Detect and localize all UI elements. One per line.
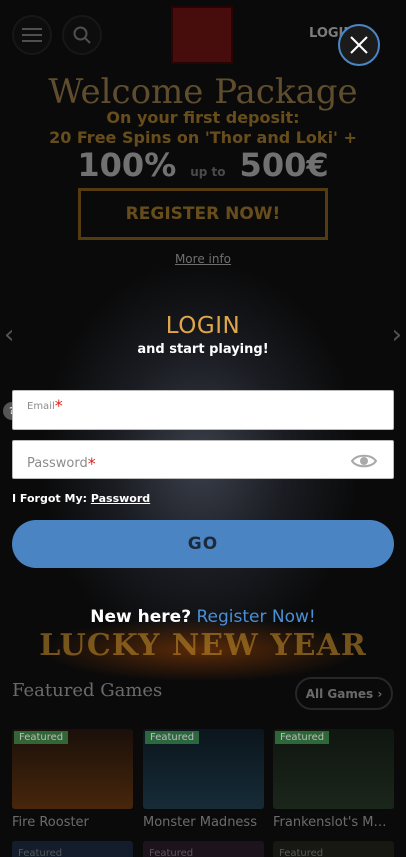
menu-icon (22, 28, 42, 42)
go-button[interactable]: GO (12, 520, 394, 568)
game-name: Frankenslot's Monster (273, 815, 394, 830)
banner-text: LUCKY NEW YEAR (39, 628, 367, 663)
promo-upto: up to (190, 165, 226, 179)
new-here-text: New here? (90, 607, 192, 627)
password-field[interactable]: Password* (12, 440, 394, 479)
all-games-button[interactable]: All Games › (295, 677, 393, 710)
menu-button[interactable] (12, 15, 52, 55)
promo-line-2: 20 Free Spins on 'Thor and Loki' + (49, 128, 357, 147)
password-label: Password* (27, 454, 96, 473)
close-icon (350, 36, 368, 54)
required-mark: * (87, 454, 96, 473)
forgot-row: I Forgot My: Password (12, 492, 150, 505)
search-icon (73, 26, 91, 44)
featured-badge: Featured (149, 848, 194, 857)
new-here-row: New here? Register Now! (0, 607, 406, 627)
promo-title: Welcome Package (48, 72, 358, 112)
close-modal-button[interactable] (338, 24, 380, 66)
show-password-eye-icon[interactable] (351, 453, 377, 469)
featured-badge: Featured (145, 731, 200, 744)
promo-line-1: On your first deposit: (106, 108, 300, 127)
email-label: Email* (27, 396, 63, 415)
featured-badge: Featured (279, 848, 324, 857)
game-name: Fire Rooster (12, 815, 89, 830)
register-now-link[interactable]: Register Now! (196, 607, 315, 627)
login-subtitle: and start playing! (137, 342, 269, 357)
game-card[interactable]: Featured (273, 841, 394, 857)
forgot-prefix: I Forgot My: (12, 492, 88, 505)
featured-badge: Featured (18, 848, 63, 857)
game-card[interactable]: Featured (12, 841, 133, 857)
forgot-password-link[interactable]: Password (91, 492, 150, 505)
promo-amount: 500€ (239, 146, 329, 184)
game-card[interactable]: Featured Fire Rooster (12, 729, 133, 830)
featured-games-title: Featured Games (12, 680, 163, 701)
game-card[interactable]: Featured (143, 841, 264, 857)
featured-badge: Featured (14, 731, 69, 744)
game-card[interactable]: Featured Monster Madness (143, 729, 264, 830)
search-button[interactable] (62, 15, 102, 55)
login-title: LOGIN (165, 313, 241, 339)
required-mark: * (54, 396, 63, 415)
promo-bonus: 100% up to 500€ (0, 146, 406, 184)
casino-logo[interactable] (171, 6, 233, 64)
game-name: Monster Madness (143, 815, 257, 830)
game-card[interactable]: Featured Frankenslot's Monster (273, 729, 394, 830)
featured-badge: Featured (275, 731, 330, 744)
promo-percent: 100% (77, 146, 177, 184)
promo-register-button[interactable]: REGISTER NOW! (78, 188, 328, 240)
more-info-link[interactable]: More info (0, 252, 406, 266)
email-field[interactable]: Email* (12, 390, 394, 430)
